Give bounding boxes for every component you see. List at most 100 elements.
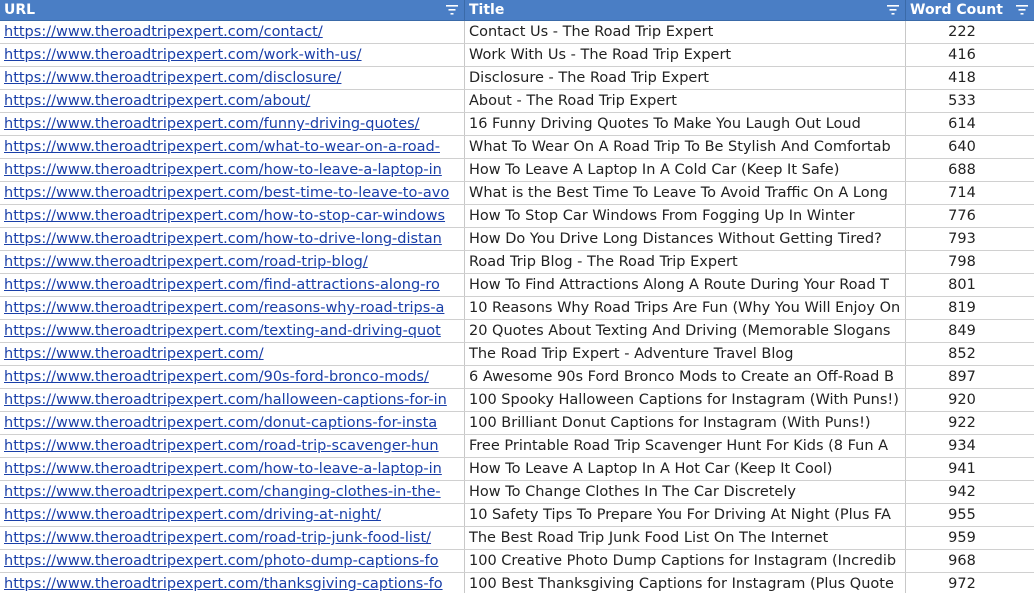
word-count-cell[interactable]: 418 (906, 67, 1034, 89)
title-cell[interactable]: What is the Best Time To Leave To Avoid … (465, 182, 906, 204)
table-row: https://www.theroadtripexpert.com/changi… (0, 481, 1034, 504)
url-link[interactable]: https://www.theroadtripexpert.com/90s-fo… (0, 366, 465, 388)
spreadsheet: URL Title Word Count https://www.theroad… (0, 0, 1034, 593)
table-row: https://www.theroadtripexpert.com/disclo… (0, 67, 1034, 90)
word-count-cell[interactable]: 416 (906, 44, 1034, 66)
word-count-cell[interactable]: 968 (906, 550, 1034, 572)
word-count-cell[interactable]: 942 (906, 481, 1034, 503)
url-header-label: URL (4, 2, 36, 18)
table-row: https://www.theroadtripexpert.com/best-t… (0, 182, 1034, 205)
url-link[interactable]: https://www.theroadtripexpert.com/how-to… (0, 159, 465, 181)
table-row: https://www.theroadtripexpert.com/road-t… (0, 435, 1034, 458)
table-row: https://www.theroadtripexpert.com/The Ro… (0, 343, 1034, 366)
table-row: https://www.theroadtripexpert.com/how-to… (0, 205, 1034, 228)
url-link[interactable]: https://www.theroadtripexpert.com/reason… (0, 297, 465, 319)
word-count-cell[interactable]: 688 (906, 159, 1034, 181)
url-link[interactable]: https://www.theroadtripexpert.com/road-t… (0, 435, 465, 457)
url-link[interactable]: https://www.theroadtripexpert.com/how-to… (0, 228, 465, 250)
url-link[interactable]: https://www.theroadtripexpert.com/hallow… (0, 389, 465, 411)
table-row: https://www.theroadtripexpert.com/contac… (0, 21, 1034, 44)
word-count-filter-icon[interactable] (1016, 5, 1028, 15)
word-count-column-header[interactable]: Word Count (906, 0, 1034, 20)
title-cell[interactable]: 100 Best Thanksgiving Captions for Insta… (465, 573, 906, 593)
url-link[interactable]: https://www.theroadtripexpert.com/find-a… (0, 274, 465, 296)
table-row: https://www.theroadtripexpert.com/textin… (0, 320, 1034, 343)
title-cell[interactable]: 16 Funny Driving Quotes To Make You Laug… (465, 113, 906, 135)
title-cell[interactable]: Work With Us - The Road Trip Expert (465, 44, 906, 66)
word-count-cell[interactable]: 849 (906, 320, 1034, 342)
url-link[interactable]: https://www.theroadtripexpert.com/disclo… (0, 67, 465, 89)
url-link[interactable]: https://www.theroadtripexpert.com/what-t… (0, 136, 465, 158)
title-cell[interactable]: Contact Us - The Road Trip Expert (465, 21, 906, 43)
word-count-cell[interactable]: 897 (906, 366, 1034, 388)
title-cell[interactable]: 20 Quotes About Texting And Driving (Mem… (465, 320, 906, 342)
title-cell[interactable]: What To Wear On A Road Trip To Be Stylis… (465, 136, 906, 158)
title-cell[interactable]: How To Stop Car Windows From Fogging Up … (465, 205, 906, 227)
url-link[interactable]: https://www.theroadtripexpert.com/road-t… (0, 527, 465, 549)
title-cell[interactable]: How Do You Drive Long Distances Without … (465, 228, 906, 250)
word-count-cell[interactable]: 640 (906, 136, 1034, 158)
url-link[interactable]: https://www.theroadtripexpert.com/changi… (0, 481, 465, 503)
word-count-cell[interactable]: 852 (906, 343, 1034, 365)
word-count-cell[interactable]: 714 (906, 182, 1034, 204)
url-link[interactable]: https://www.theroadtripexpert.com/how-to… (0, 205, 465, 227)
word-count-cell[interactable]: 972 (906, 573, 1034, 593)
title-cell[interactable]: How To Leave A Laptop In A Cold Car (Kee… (465, 159, 906, 181)
word-count-cell[interactable]: 793 (906, 228, 1034, 250)
url-link[interactable]: https://www.theroadtripexpert.com/contac… (0, 21, 465, 43)
word-count-cell[interactable]: 941 (906, 458, 1034, 480)
url-link[interactable]: https://www.theroadtripexpert.com/textin… (0, 320, 465, 342)
title-cell[interactable]: The Road Trip Expert - Adventure Travel … (465, 343, 906, 365)
title-cell[interactable]: 100 Creative Photo Dump Captions for Ins… (465, 550, 906, 572)
url-link[interactable]: https://www.theroadtripexpert.com/drivin… (0, 504, 465, 526)
title-cell[interactable]: 6 Awesome 90s Ford Bronco Mods to Create… (465, 366, 906, 388)
title-column-header[interactable]: Title (465, 0, 906, 20)
table-row: https://www.theroadtripexpert.com/road-t… (0, 251, 1034, 274)
url-link[interactable]: https://www.theroadtripexpert.com/funny-… (0, 113, 465, 135)
title-cell[interactable]: 100 Spooky Halloween Captions for Instag… (465, 389, 906, 411)
url-link[interactable]: https://www.theroadtripexpert.com/donut-… (0, 412, 465, 434)
word-count-cell[interactable]: 955 (906, 504, 1034, 526)
title-cell[interactable]: Disclosure - The Road Trip Expert (465, 67, 906, 89)
title-header-label: Title (469, 2, 505, 18)
url-link[interactable]: https://www.theroadtripexpert.com/how-to… (0, 458, 465, 480)
url-link[interactable]: https://www.theroadtripexpert.com/thanks… (0, 573, 465, 593)
word-count-cell[interactable]: 819 (906, 297, 1034, 319)
url-link[interactable]: https://www.theroadtripexpert.com/road-t… (0, 251, 465, 273)
word-count-cell[interactable]: 922 (906, 412, 1034, 434)
url-link[interactable]: https://www.theroadtripexpert.com/work-w… (0, 44, 465, 66)
table-row: https://www.theroadtripexpert.com/photo-… (0, 550, 1034, 573)
table-row: https://www.theroadtripexpert.com/road-t… (0, 527, 1034, 550)
table-row: https://www.theroadtripexpert.com/donut-… (0, 412, 1034, 435)
word-count-cell[interactable]: 222 (906, 21, 1034, 43)
word-count-cell[interactable]: 920 (906, 389, 1034, 411)
title-cell[interactable]: How To Leave A Laptop In A Hot Car (Keep… (465, 458, 906, 480)
word-count-cell[interactable]: 776 (906, 205, 1034, 227)
title-cell[interactable]: 10 Safety Tips To Prepare You For Drivin… (465, 504, 906, 526)
url-link[interactable]: https://www.theroadtripexpert.com/photo-… (0, 550, 465, 572)
url-filter-icon[interactable] (446, 5, 458, 15)
url-link[interactable]: https://www.theroadtripexpert.com/ (0, 343, 465, 365)
url-link[interactable]: https://www.theroadtripexpert.com/about/ (0, 90, 465, 112)
word-count-cell[interactable]: 959 (906, 527, 1034, 549)
word-count-cell[interactable]: 614 (906, 113, 1034, 135)
table-body: https://www.theroadtripexpert.com/contac… (0, 21, 1034, 593)
title-cell[interactable]: 100 Brilliant Donut Captions for Instagr… (465, 412, 906, 434)
header-row: URL Title Word Count (0, 0, 1034, 21)
title-cell[interactable]: About - The Road Trip Expert (465, 90, 906, 112)
url-link[interactable]: https://www.theroadtripexpert.com/best-t… (0, 182, 465, 204)
word-count-cell[interactable]: 533 (906, 90, 1034, 112)
title-cell[interactable]: Road Trip Blog - The Road Trip Expert (465, 251, 906, 273)
title-cell[interactable]: The Best Road Trip Junk Food List On The… (465, 527, 906, 549)
url-column-header[interactable]: URL (0, 0, 465, 20)
title-cell[interactable]: 10 Reasons Why Road Trips Are Fun (Why Y… (465, 297, 906, 319)
word-count-cell[interactable]: 934 (906, 435, 1034, 457)
title-cell[interactable]: How To Find Attractions Along A Route Du… (465, 274, 906, 296)
title-cell[interactable]: How To Change Clothes In The Car Discret… (465, 481, 906, 503)
word-count-cell[interactable]: 801 (906, 274, 1034, 296)
title-filter-icon[interactable] (887, 5, 899, 15)
table-row: https://www.theroadtripexpert.com/find-a… (0, 274, 1034, 297)
title-cell[interactable]: Free Printable Road Trip Scavenger Hunt … (465, 435, 906, 457)
word-count-cell[interactable]: 798 (906, 251, 1034, 273)
table-row: https://www.theroadtripexpert.com/hallow… (0, 389, 1034, 412)
